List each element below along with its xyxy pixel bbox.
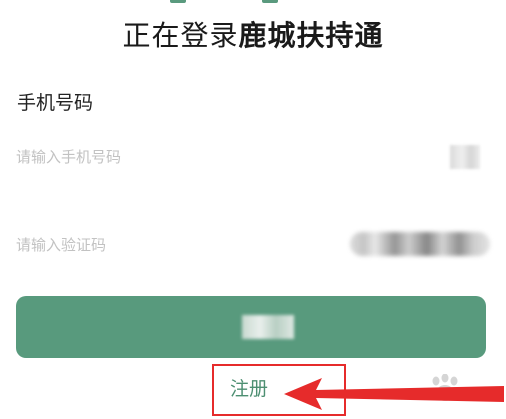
login-label-blurred [242,315,294,339]
page-title: 正在登录鹿城扶持通 [0,16,506,56]
phone-section-label: 手机号码 [17,92,94,114]
top-tab-stub [170,0,186,3]
paw-icon [432,374,458,401]
register-link[interactable]: 注册 [230,376,268,402]
app-name: 鹿城扶持通 [238,19,384,52]
get-code-button[interactable] [350,232,490,256]
baidu-watermark [378,368,506,419]
phone-clear-blurred [450,145,480,169]
phone-input[interactable] [16,140,446,174]
login-button[interactable] [16,296,486,358]
title-prefix: 正在登录 [122,19,239,52]
login-page: 正在登录鹿城扶持通 手机号码 注册 [0,0,506,419]
verification-code-input[interactable] [16,228,336,262]
get-code-label-blurred [350,232,490,256]
annotation-arrow-icon [284,378,504,410]
top-tab-stub [262,0,278,3]
